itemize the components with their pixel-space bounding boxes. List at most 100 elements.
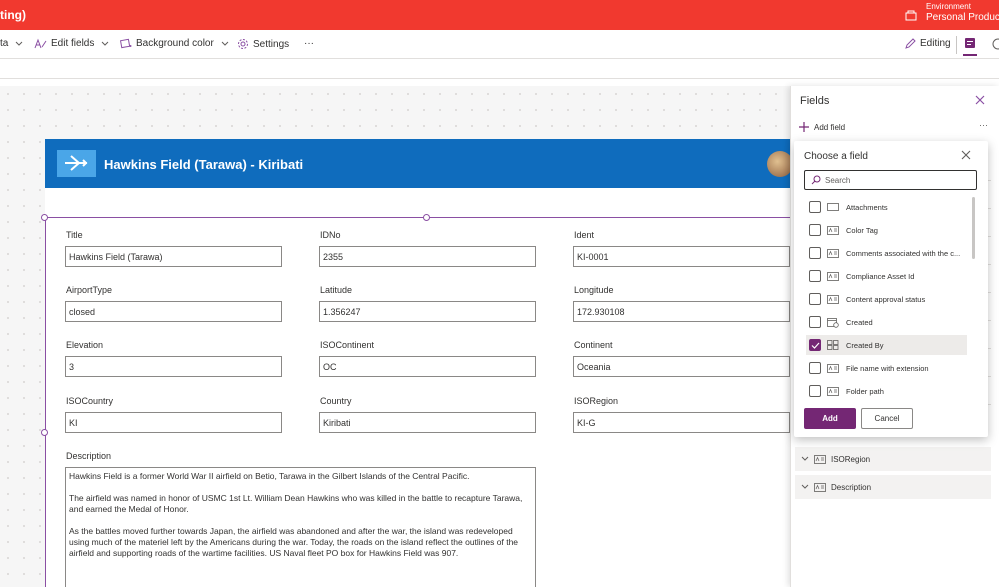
dialog-title: Choose a field xyxy=(804,151,868,162)
field-group-label: Description xyxy=(831,482,872,492)
checkbox[interactable] xyxy=(809,362,821,374)
checkbox[interactable] xyxy=(809,201,821,213)
text-field-icon xyxy=(827,363,839,373)
field-group-isoregion[interactable]: ISORegion xyxy=(795,447,991,471)
latitude-input[interactable]: 1.356247 xyxy=(319,301,536,322)
form-header: Hawkins Field (Tarawa) - Kiribati xyxy=(45,139,793,188)
checkbox[interactable] xyxy=(809,224,821,236)
command-divider xyxy=(956,36,957,54)
close-icon[interactable] xyxy=(961,150,971,160)
text-field-icon xyxy=(827,248,839,258)
more-options-button[interactable]: ··· xyxy=(979,120,988,130)
comment-icon[interactable] xyxy=(992,38,999,50)
add-button[interactable]: Add xyxy=(804,408,856,429)
plus-icon xyxy=(799,122,809,132)
settings-label: Settings xyxy=(253,38,290,50)
person-field-icon xyxy=(827,340,839,350)
data-button[interactable]: ta xyxy=(0,38,23,49)
resize-handle[interactable] xyxy=(41,214,48,221)
checkbox[interactable] xyxy=(809,247,821,259)
field-option[interactable]: Attachments xyxy=(806,197,967,217)
checkbox[interactable] xyxy=(809,316,821,328)
edit-fields-button[interactable]: Edit fields xyxy=(34,38,109,49)
idno-input[interactable]: 2355 xyxy=(319,246,536,267)
text-field-icon xyxy=(827,294,839,304)
text-field-icon xyxy=(827,271,839,281)
text-field-icon xyxy=(827,386,839,396)
more-label: ··· xyxy=(304,38,314,49)
app-title: ting) xyxy=(0,8,26,22)
isocountry-input[interactable]: KI xyxy=(65,412,282,433)
checkbox[interactable] xyxy=(809,339,821,351)
search-box[interactable] xyxy=(804,170,977,190)
data-label: ta xyxy=(0,38,9,49)
background-color-button[interactable]: Background color xyxy=(120,38,229,49)
background-color-label: Background color xyxy=(136,38,214,49)
field-label: ISOCountry xyxy=(66,396,114,406)
chevron-down-icon xyxy=(801,456,809,461)
field-option[interactable]: Color Tag xyxy=(806,220,967,240)
field-label: Description xyxy=(66,451,112,461)
add-field-button[interactable]: Add field xyxy=(799,122,845,132)
add-field-label: Add field xyxy=(814,122,846,132)
field-option[interactable]: Comments associated with the c... xyxy=(806,243,967,263)
airporttype-input[interactable]: closed xyxy=(65,301,282,322)
description-paragraph: The airfield was named in honor of USMC … xyxy=(69,493,523,514)
option-label: Comments associated with the c... xyxy=(846,248,961,258)
more-commands-button[interactable]: ··· xyxy=(304,38,314,49)
checkbox[interactable] xyxy=(809,385,821,397)
pencil-icon xyxy=(905,38,916,49)
checkbox[interactable] xyxy=(809,270,821,282)
option-label: Folder path xyxy=(846,386,884,396)
editing-mode-button[interactable]: Editing xyxy=(905,38,951,49)
field-label: Country xyxy=(320,396,352,406)
description-paragraph: Hawkins Field is a former World War II a… xyxy=(69,471,470,481)
option-label: Color Tag xyxy=(846,225,878,235)
environment-bar: ting) Environment Personal Productiv xyxy=(0,0,999,30)
text-field-icon xyxy=(814,482,826,492)
elevation-input[interactable]: 3 xyxy=(65,356,282,377)
option-label: Created By xyxy=(846,340,884,350)
field-label: AirportType xyxy=(66,285,113,295)
search-input[interactable] xyxy=(825,175,965,185)
checkbox[interactable] xyxy=(809,293,821,305)
form-icon[interactable] xyxy=(964,37,976,49)
description-paragraph: As the battles moved further towards Jap… xyxy=(69,526,519,558)
field-option[interactable]: Folder path xyxy=(806,381,967,401)
chevron-down-icon xyxy=(102,41,109,46)
field-label: ISOContinent xyxy=(320,340,375,350)
field-option[interactable]: Created By xyxy=(806,335,967,355)
field-label: Latitude xyxy=(320,285,353,295)
command-bar: ta Edit fields Background color Settings… xyxy=(0,30,999,59)
settings-button[interactable]: Settings xyxy=(237,38,289,50)
edit-fields-icon xyxy=(34,38,47,49)
field-group-label: ISORegion xyxy=(831,454,871,464)
scrollbar[interactable] xyxy=(972,197,975,259)
chevron-down-icon xyxy=(801,484,809,489)
resize-handle[interactable] xyxy=(41,429,48,436)
chevron-down-icon xyxy=(221,41,229,46)
field-option[interactable]: Created xyxy=(806,312,967,332)
calendar-field-icon xyxy=(827,317,839,328)
formula-bar xyxy=(0,59,999,79)
cancel-button[interactable]: Cancel xyxy=(861,408,913,429)
search-icon xyxy=(811,175,821,185)
close-icon[interactable] xyxy=(975,95,985,105)
ident-input[interactable]: KI-0001 xyxy=(573,246,790,267)
editing-label: Editing xyxy=(920,38,951,49)
environment-icon xyxy=(905,10,917,21)
isocontinent-input[interactable]: OC xyxy=(319,356,536,377)
description-textarea[interactable]: Hawkins Field is a former World War II a… xyxy=(65,467,536,587)
field-option[interactable]: Content approval status xyxy=(806,289,967,309)
longitude-input[interactable]: 172.930108 xyxy=(573,301,790,322)
environment-selector[interactable]: Personal Productiv xyxy=(926,12,999,23)
resize-handle[interactable] xyxy=(423,214,430,221)
title-input[interactable]: Hawkins Field (Tarawa) xyxy=(65,246,282,267)
field-option[interactable]: File name with extension xyxy=(806,358,967,378)
isoregion-input[interactable]: KI-G xyxy=(573,412,790,433)
field-option[interactable]: Compliance Asset Id xyxy=(806,266,967,286)
field-group-description[interactable]: Description xyxy=(795,475,991,499)
continent-input[interactable]: Oceania xyxy=(573,356,790,377)
country-input[interactable]: Kiribati xyxy=(319,412,536,433)
text-field-icon xyxy=(827,225,839,235)
